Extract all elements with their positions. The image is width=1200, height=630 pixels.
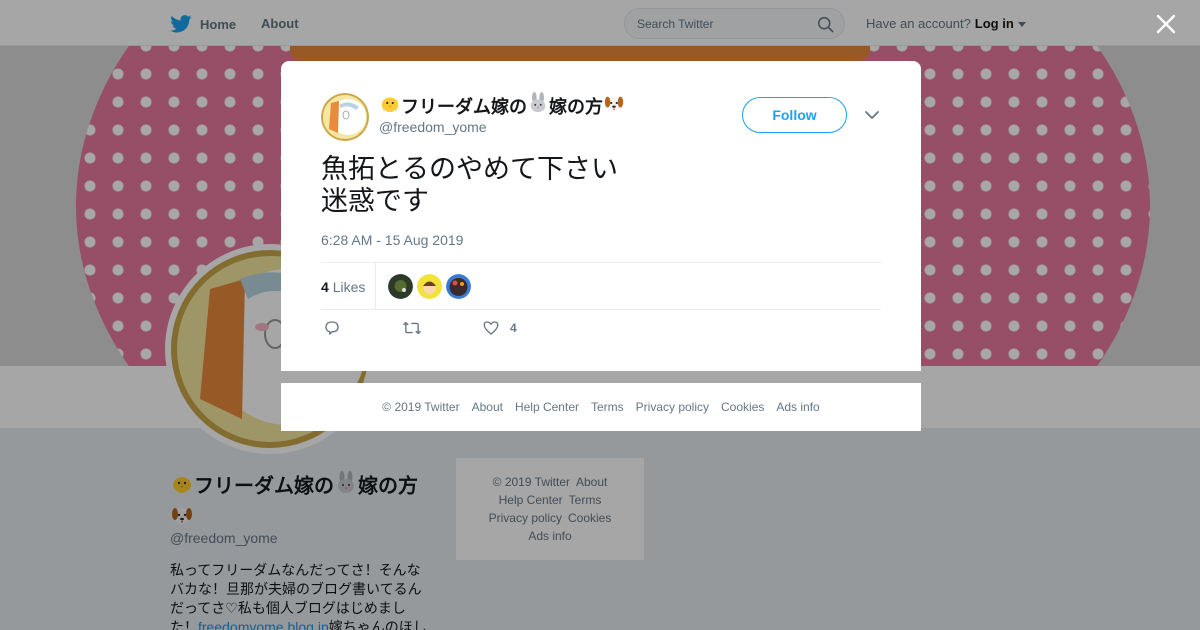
likes-label: Likes xyxy=(332,279,366,295)
likes-count: 4 xyxy=(321,279,329,295)
retweet-icon xyxy=(403,321,421,335)
tweet-text: 魚拓とるのやめて下さい 迷惑です xyxy=(321,153,881,217)
retweet-action[interactable] xyxy=(402,319,422,337)
modal-footer-privacy-link[interactable]: Privacy policy xyxy=(636,400,709,414)
modal-footer-about-link[interactable]: About xyxy=(472,400,503,414)
tweet-author-handle[interactable]: @freedom_yome xyxy=(379,119,487,135)
modal-footer-help-link[interactable]: Help Center xyxy=(515,400,579,414)
modal-footer: © 2019 Twitter About Help Center Terms P… xyxy=(281,383,921,431)
tweet-author-name-part1: フリーダム嫁の xyxy=(401,96,527,117)
tweet-author-avatar[interactable] xyxy=(321,93,369,141)
tweet-text-line: 迷惑です xyxy=(321,186,429,216)
modal-footer-ads-link[interactable]: Ads info xyxy=(776,400,819,414)
dog-emoji-icon xyxy=(603,92,625,119)
tweet-text-line: 魚拓とるのやめて下さい xyxy=(321,154,618,184)
liker-avatar[interactable] xyxy=(417,274,442,299)
liker-avatar[interactable] xyxy=(446,274,471,299)
modal-footer-copyright: © 2019 Twitter xyxy=(382,400,460,414)
like-action-count: 4 xyxy=(510,321,517,335)
tweet-timestamp[interactable]: 6:28 AM - 15 Aug 2019 xyxy=(321,232,463,248)
heart-icon xyxy=(483,321,499,335)
tweet-author-name-part2: 嫁の方 xyxy=(549,96,603,117)
close-icon[interactable] xyxy=(1154,12,1178,36)
chick-emoji-icon xyxy=(379,92,401,119)
modal-footer-cookies-link[interactable]: Cookies xyxy=(721,400,764,414)
chevron-down-icon[interactable] xyxy=(864,109,880,121)
reply-icon xyxy=(325,321,339,335)
reply-action[interactable] xyxy=(323,319,341,337)
likes-stat[interactable]: 4 Likes xyxy=(321,279,365,295)
liker-avatar[interactable] xyxy=(388,274,413,299)
tweet-stats: 4 Likes xyxy=(321,262,881,310)
follow-button[interactable]: Follow xyxy=(742,97,847,133)
like-action[interactable]: 4 xyxy=(482,319,517,337)
rabbit-emoji-icon xyxy=(527,92,549,119)
tweet-avatar-art xyxy=(321,93,369,141)
tweet-modal: フリーダム嫁の 嫁の方 @freedom_yome Follow 魚拓とるのやめ… xyxy=(281,61,921,371)
tweet-author-name[interactable]: フリーダム嫁の 嫁の方 xyxy=(379,92,625,119)
stats-divider xyxy=(375,263,376,309)
modal-footer-terms-link[interactable]: Terms xyxy=(591,400,624,414)
tweet-actions: 4 xyxy=(321,319,881,343)
